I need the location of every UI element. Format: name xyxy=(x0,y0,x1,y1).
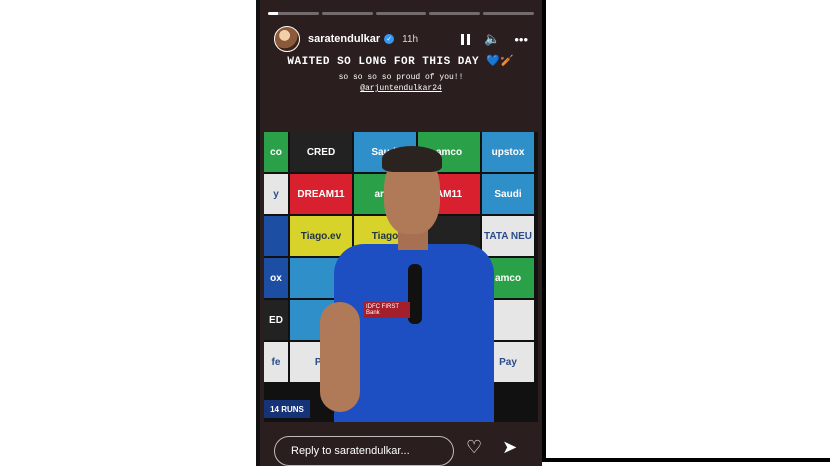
jersey-sponsor: IDFC FIRST Bank xyxy=(364,302,410,318)
story-progress xyxy=(268,12,534,15)
score-badge: 14 RUNS xyxy=(264,400,310,418)
sponsor-tile: fe xyxy=(264,342,288,382)
story-caption: WAITED SO LONG FOR THIS DAY 💙🏏 so so so … xyxy=(260,54,542,93)
verified-icon: ✓ xyxy=(384,34,395,44)
caption-main-text: WAITED SO LONG FOR THIS DAY xyxy=(287,56,480,68)
caption-emoji: 💙🏏 xyxy=(486,56,515,68)
progress-segment xyxy=(483,12,534,15)
progress-segment xyxy=(429,12,481,15)
arm xyxy=(320,302,360,412)
hair xyxy=(382,146,442,172)
sponsor-tile xyxy=(264,216,288,256)
post-time: 11h xyxy=(402,33,419,45)
pause-icon[interactable] xyxy=(461,33,471,45)
caption-main: WAITED SO LONG FOR THIS DAY 💙🏏 xyxy=(260,54,542,68)
caption-sub: so so so so proud of you!! xyxy=(338,73,464,82)
sponsor-tile: ED xyxy=(264,300,288,340)
story-photo: coCREDSaudiamcoupstoxyDREAM11aranAM11Sau… xyxy=(264,132,538,422)
username[interactable]: saratendulkar xyxy=(308,33,380,45)
volume-icon[interactable]: 🔈 xyxy=(484,31,500,47)
heart-icon[interactable]: ♡ xyxy=(466,438,482,456)
sponsor-tile: ox xyxy=(264,258,288,298)
frame-bottom-edge xyxy=(542,458,830,462)
send-icon[interactable]: ➤ xyxy=(502,438,517,456)
sponsor-tile: y xyxy=(264,174,288,214)
progress-segment xyxy=(321,12,373,15)
story-viewer: saratendulkar ✓ 11h 🔈 ••• WAITED SO LONG… xyxy=(260,0,542,466)
story-header: saratendulkar ✓ 11h 🔈 ••• xyxy=(274,26,528,52)
more-icon[interactable]: ••• xyxy=(514,32,528,47)
progress-segment xyxy=(375,12,427,15)
microphone xyxy=(408,264,422,324)
progress-segment xyxy=(268,12,319,15)
reply-input[interactable]: Reply to saratendulkar... xyxy=(274,436,454,466)
avatar[interactable] xyxy=(274,26,300,52)
frame-right-edge xyxy=(542,0,546,460)
player-figure: IDFC FIRST Bank xyxy=(320,146,504,422)
sponsor-tile: co xyxy=(264,132,288,172)
mention-link[interactable]: @arjuntendulkar24 xyxy=(260,84,542,93)
